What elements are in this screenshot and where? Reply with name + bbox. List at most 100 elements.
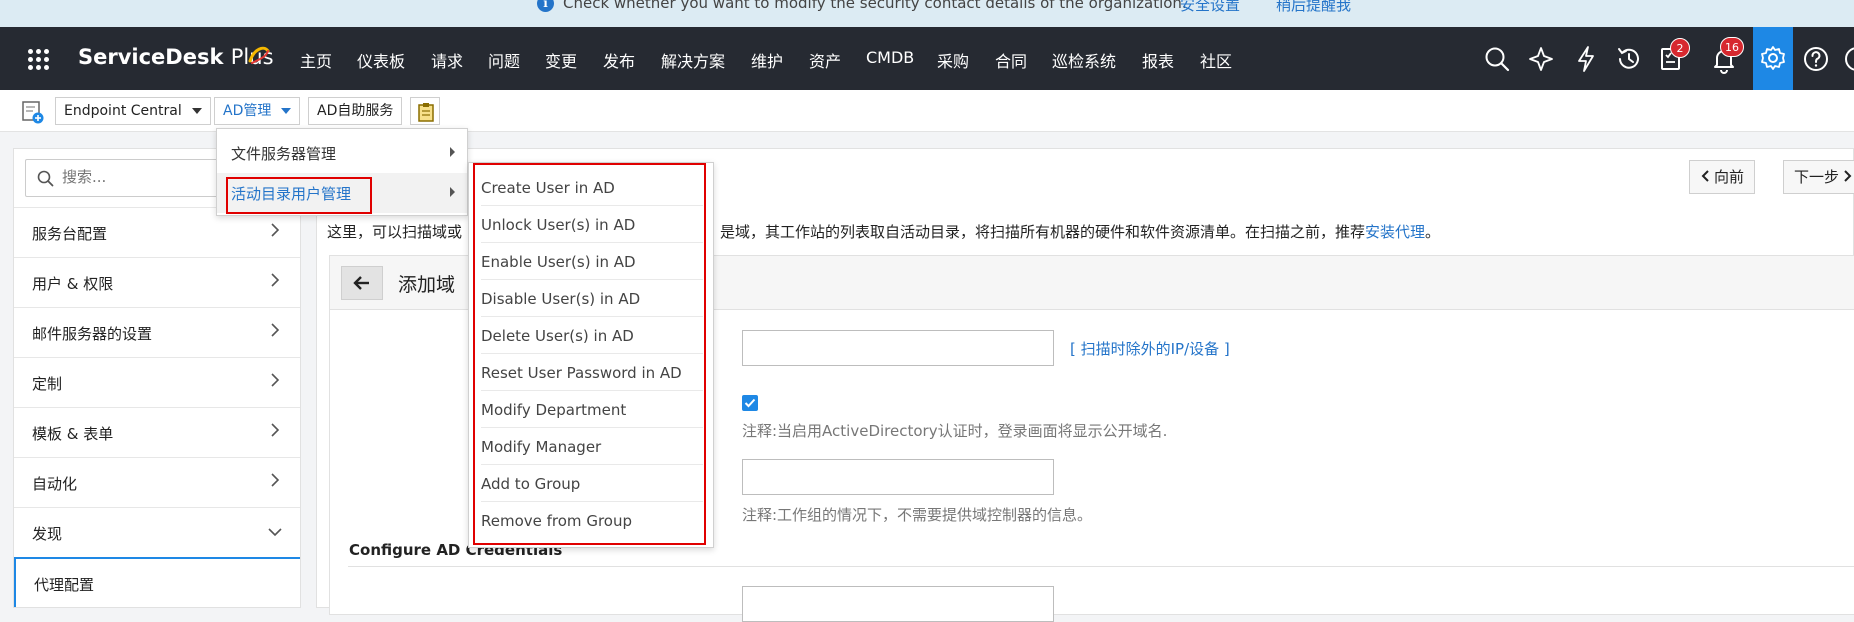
sidebar-item-label: 定制 (32, 375, 63, 393)
nav-problems[interactable]: 问题 (488, 48, 520, 72)
nav-cmdb[interactable]: CMDB (866, 48, 914, 67)
sidebar-item-customization[interactable]: 定制 (14, 357, 300, 407)
sidebar-item-users-permissions[interactable]: 用户 & 权限 (14, 257, 300, 307)
brand-name: ServiceDesk (78, 45, 224, 69)
nav-contracts[interactable]: 合同 (995, 48, 1027, 72)
workgroup-note: 注释:工作组的情况下，不需要提供域控制器的信息。 (742, 506, 1093, 524)
brand-logo[interactable]: ServiceDesk Plus (78, 45, 274, 69)
settings-button[interactable] (1753, 27, 1793, 90)
chevron-down-icon (191, 108, 202, 114)
menu-item-file-server[interactable]: 文件服务器管理 (217, 133, 467, 173)
description-end: 是域，其工作站的列表取自活动目录，将扫描所有机器的硬件和软件资源清单。在扫描之前… (720, 223, 1366, 241)
nav-dashboard[interactable]: 仪表板 (357, 48, 405, 72)
back-button[interactable] (341, 266, 383, 300)
product-select[interactable]: Endpoint Central (55, 97, 211, 125)
chevron-right-icon (271, 323, 280, 337)
nav-community[interactable]: 社区 (1200, 48, 1232, 72)
admin-toolbar: Endpoint Central AD管理 AD自助服务 (0, 90, 1854, 132)
nav-changes[interactable]: 变更 (545, 48, 577, 72)
install-agent-link[interactable]: 安装代理 (1365, 223, 1425, 241)
description-start: 这里，可以扫描域或 (327, 223, 463, 241)
profile-icon[interactable] (1842, 44, 1854, 74)
sidebar-item-label: 用户 & 权限 (32, 275, 114, 293)
chevron-down-icon (281, 108, 292, 114)
clipboard-button[interactable] (410, 97, 440, 125)
sidebar-item-label: 发现 (32, 525, 63, 543)
ad-selfservice-label: AD自助服务 (317, 103, 394, 119)
top-navigation: ServiceDesk Plus 主页 仪表板 请求 问题 变更 发布 解决方案… (0, 27, 1854, 90)
sidebar-item-agent-config[interactable]: 代理配置 (14, 557, 300, 607)
sidebar-item-label: 邮件服务器的设置 (32, 325, 153, 343)
help-icon[interactable] (1801, 44, 1831, 74)
nav-assets[interactable]: 资产 (809, 48, 841, 72)
previous-button[interactable]: 向前 (1689, 160, 1756, 194)
search-icon (37, 170, 54, 187)
next-button[interactable]: 下一步 (1783, 160, 1854, 194)
nav-inspection[interactable]: 巡检系统 (1052, 48, 1116, 72)
nav-releases[interactable]: 发布 (603, 48, 635, 72)
sidebar-search[interactable] (25, 159, 235, 197)
caret-right-icon (450, 187, 455, 197)
info-icon: i (537, 0, 554, 12)
app-grid-icon[interactable] (28, 49, 49, 70)
check-icon (744, 398, 756, 408)
chevron-right-icon (271, 373, 280, 387)
sidebar-item-templates-forms[interactable]: 模板 & 表单 (14, 407, 300, 457)
product-select-label: Endpoint Central (64, 103, 182, 119)
nav-requests[interactable]: 请求 (431, 48, 463, 72)
next-label: 下一步 (1794, 168, 1840, 186)
exclude-ip-field[interactable] (742, 330, 1054, 366)
ad-management-dropdown: 文件服务器管理 活动目录用户管理 (216, 128, 468, 216)
chevron-right-icon (271, 473, 280, 487)
highlight-box (226, 177, 372, 214)
remind-later-link[interactable]: 稍后提醒我 (1276, 0, 1351, 15)
public-domain-checkbox[interactable] (742, 395, 758, 411)
clipboard-icon (418, 103, 434, 122)
lightning-icon[interactable] (1571, 44, 1601, 74)
nav-home[interactable]: 主页 (300, 48, 332, 72)
domain-controller-field[interactable] (742, 459, 1054, 495)
chevron-right-icon (271, 223, 280, 237)
nav-maintenance[interactable]: 维护 (751, 48, 783, 72)
sidebar-item-label: 服务台配置 (32, 225, 108, 243)
caret-right-icon (450, 147, 455, 157)
ad-auth-note: 注释:当启用ActiveDirectory认证时，登录画面将显示公开域名. (742, 422, 1168, 440)
spark-icon[interactable] (1526, 44, 1556, 74)
chevron-left-icon (1701, 170, 1709, 182)
notifications-badge: 16 (1720, 37, 1744, 57)
form-title: 添加域 (398, 274, 456, 296)
ad-selfservice-button[interactable]: AD自助服务 (308, 97, 403, 125)
ad-management-label: AD管理 (223, 103, 272, 119)
notification-banner: i Check whether you want to modify the s… (0, 0, 1854, 27)
search-icon[interactable] (1482, 44, 1512, 74)
sidebar-item-automation[interactable]: 自动化 (14, 457, 300, 507)
previous-label: 向前 (1714, 168, 1745, 186)
add-integration-icon[interactable] (20, 99, 46, 125)
gear-icon (1761, 46, 1785, 70)
sidebar-item-discovery[interactable]: 发现 (14, 507, 300, 557)
description-period: 。 (1425, 223, 1441, 241)
sidebar-search-input[interactable] (62, 168, 232, 186)
username-field[interactable] (742, 586, 1054, 622)
sidebar-item-label: 模板 & 表单 (32, 425, 114, 443)
admin-sidebar: 服务台配置 用户 & 权限 邮件服务器的设置 定制 模板 & 表单 自动化 发现… (13, 148, 301, 608)
security-settings-link[interactable]: 安全设置 (1180, 0, 1240, 15)
section-divider (348, 566, 1854, 567)
chevron-right-icon (271, 273, 280, 287)
brand-swirl-icon (248, 46, 270, 64)
highlight-box (473, 163, 706, 545)
chevron-down-icon (268, 528, 282, 537)
menu-item-ad-user-management[interactable]: 活动目录用户管理 (217, 173, 467, 214)
ad-management-menu[interactable]: AD管理 (214, 97, 301, 125)
nav-reports[interactable]: 报表 (1142, 48, 1174, 72)
arrow-left-icon (353, 276, 369, 290)
chevron-right-icon (1844, 170, 1852, 182)
banner-message: Check whether you want to modify the sec… (563, 0, 1187, 12)
sidebar-item-mail-server[interactable]: 邮件服务器的设置 (14, 307, 300, 357)
sidebar-item-label: 代理配置 (34, 576, 95, 594)
nav-purchase[interactable]: 采购 (937, 48, 969, 72)
tasks-badge: 2 (1670, 38, 1690, 58)
exclude-ip-link[interactable]: [ 扫描时除外的IP/设备 ] (1070, 338, 1230, 359)
nav-solutions[interactable]: 解决方案 (661, 48, 725, 72)
history-icon[interactable] (1614, 44, 1644, 74)
